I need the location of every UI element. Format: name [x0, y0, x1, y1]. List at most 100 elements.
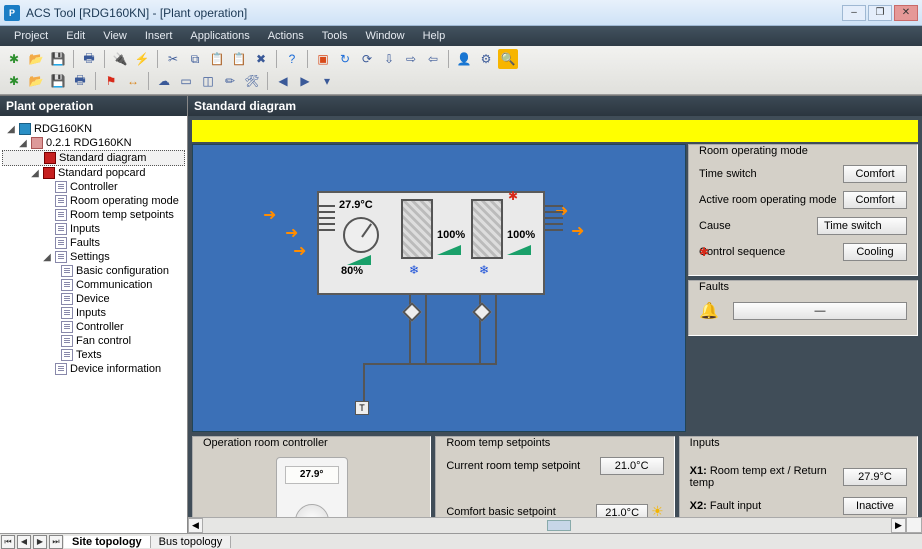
tb2-cloud-icon[interactable]: ☁: [154, 71, 174, 91]
app-icon: P: [4, 5, 20, 21]
tb-copy-icon[interactable]: ⧉: [185, 49, 205, 69]
tree-item-room-mode[interactable]: Room operating mode: [2, 194, 185, 208]
close-button[interactable]: ✕: [894, 5, 918, 21]
tree-set-basic[interactable]: Basic configuration: [2, 264, 185, 278]
tree-root[interactable]: ◢RDG160KN: [2, 122, 185, 136]
tb2-print-icon[interactable]: 🖶: [70, 71, 90, 91]
x1-value[interactable]: 27.9°C: [843, 468, 907, 486]
tree-item-faults[interactable]: Faults: [2, 236, 185, 250]
tree-set-controller[interactable]: Controller: [2, 320, 185, 334]
tree-set-comm[interactable]: Communication: [2, 278, 185, 292]
right-column: Room operating mode Time switchComfort A…: [688, 144, 918, 336]
tree-item-setpoints[interactable]: Room temp setpoints: [2, 208, 185, 222]
tb-cut-icon[interactable]: ✂: [163, 49, 183, 69]
x2-label: Fault input: [710, 500, 761, 512]
tb2-text-icon[interactable]: ✏: [220, 71, 240, 91]
tb2-next-icon[interactable]: ▶: [295, 71, 315, 91]
tb-user-icon[interactable]: 👤: [454, 49, 474, 69]
tb-delete-icon[interactable]: ✖: [251, 49, 271, 69]
cause-value[interactable]: Time switch: [817, 217, 907, 235]
tb-new-icon[interactable]: ✱: [4, 49, 24, 69]
tb2-prev-icon[interactable]: ◀: [273, 71, 293, 91]
tb-pastedup-icon[interactable]: 📋: [229, 49, 249, 69]
tb-upload-icon[interactable]: ⇨: [401, 49, 421, 69]
active-mode-value[interactable]: Comfort: [843, 191, 907, 209]
nav-last-icon[interactable]: ⏭: [49, 535, 63, 549]
tb-settings-icon[interactable]: ⚙: [476, 49, 496, 69]
mode-legend: Room operating mode: [695, 145, 812, 157]
menu-project[interactable]: Project: [6, 28, 56, 44]
tree-item-controller[interactable]: Controller: [2, 180, 185, 194]
x2-value[interactable]: Inactive: [843, 497, 907, 515]
tree[interactable]: ◢RDG160KN ◢0.2.1 RDG160KN Standard diagr…: [0, 116, 187, 533]
seq-label: Control sequence: [699, 246, 785, 258]
tb-refresh-icon[interactable]: ↻: [335, 49, 355, 69]
tree-set-device[interactable]: Device: [2, 292, 185, 306]
menu-window[interactable]: Window: [357, 28, 412, 44]
tree-devinfo[interactable]: Device information: [2, 362, 185, 376]
ramp-icon-2: [437, 245, 461, 255]
tb2-open-icon[interactable]: 📂: [26, 71, 46, 91]
horizontal-scrollbar[interactable]: ◀ ▶: [188, 517, 906, 533]
tb2-disk-icon[interactable]: 💾: [48, 71, 68, 91]
menu-insert[interactable]: Insert: [137, 28, 181, 44]
tb2-frame-icon[interactable]: ▭: [176, 71, 196, 91]
coil-2-icon: [471, 199, 503, 259]
faults-value[interactable]: —: [733, 302, 907, 320]
seq-value[interactable]: Cooling: [843, 243, 907, 261]
menu-applications[interactable]: Applications: [182, 28, 257, 44]
coil1-pct: 100%: [437, 229, 465, 241]
scroll-right-icon[interactable]: ▶: [891, 518, 906, 533]
menu-help[interactable]: Help: [415, 28, 454, 44]
scroll-thumb[interactable]: [547, 520, 571, 531]
cur-sp-value[interactable]: 21.0°C: [600, 457, 664, 475]
tb-print-icon[interactable]: 🖶: [79, 49, 99, 69]
menu-edit[interactable]: Edit: [58, 28, 93, 44]
tb-help-icon[interactable]: ?: [282, 49, 302, 69]
scroll-left-icon[interactable]: ◀: [188, 518, 203, 533]
ramp-icon-3: [507, 245, 531, 255]
minimize-button[interactable]: –: [842, 5, 866, 21]
nav-next-icon[interactable]: ▶: [33, 535, 47, 549]
tb-connect-icon[interactable]: 🔌: [110, 49, 130, 69]
tb2-box-icon[interactable]: ◫: [198, 71, 218, 91]
tb-paste-icon[interactable]: 📋: [207, 49, 227, 69]
nav-prev-icon[interactable]: ◀: [17, 535, 31, 549]
tree-set-fan[interactable]: Fan control: [2, 334, 185, 348]
tb-search-icon[interactable]: 🔍: [498, 49, 518, 69]
tb-open-icon[interactable]: 📂: [26, 49, 46, 69]
menu-actions[interactable]: Actions: [260, 28, 312, 44]
tb2-switch-icon[interactable]: ↔: [123, 71, 143, 91]
tb-app1-icon[interactable]: ▣: [313, 49, 333, 69]
tree-popcard[interactable]: ◢Standard popcard: [2, 166, 185, 180]
tb-import-icon[interactable]: ⇦: [423, 49, 443, 69]
tb-disconnect-icon[interactable]: ⚡: [132, 49, 152, 69]
tb2-new-icon[interactable]: ✱: [4, 71, 24, 91]
tree-settings[interactable]: ◢Settings: [2, 250, 185, 264]
tb-save-icon[interactable]: 💾: [48, 49, 68, 69]
tb2-tool-icon[interactable]: 🛠: [242, 71, 262, 91]
tree-item-inputs[interactable]: Inputs: [2, 222, 185, 236]
title-bar: P ACS Tool [RDG160KN] - [Plant operation…: [0, 0, 922, 26]
tb-download-icon[interactable]: ⇩: [379, 49, 399, 69]
tree-addr[interactable]: ◢0.2.1 RDG160KN: [2, 136, 185, 150]
menu-bar: Project Edit View Insert Applications Ac…: [0, 26, 922, 46]
maximize-button[interactable]: ❐: [868, 5, 892, 21]
tab-bus-topology[interactable]: Bus topology: [151, 536, 232, 548]
tree-set-inputs[interactable]: Inputs: [2, 306, 185, 320]
tree-set-texts[interactable]: Texts: [2, 348, 185, 362]
nav-first-icon[interactable]: ⏮: [1, 535, 15, 549]
menu-tools[interactable]: Tools: [314, 28, 356, 44]
tb-cycle-icon[interactable]: ⟳: [357, 49, 377, 69]
tree-standard-diagram[interactable]: Standard diagram: [2, 150, 185, 166]
menu-view[interactable]: View: [95, 28, 135, 44]
pipe: [365, 363, 497, 365]
cause-label: Cause: [699, 220, 731, 232]
tb2-drop-icon[interactable]: ▾: [317, 71, 337, 91]
time-switch-label: Time switch: [699, 168, 757, 180]
vent-icon: [317, 203, 335, 231]
tab-site-topology[interactable]: Site topology: [64, 536, 151, 548]
time-switch-value[interactable]: Comfort: [843, 165, 907, 183]
tb2-flag-icon[interactable]: ⚑: [101, 71, 121, 91]
cur-sp-label: Current room temp setpoint: [446, 460, 580, 472]
